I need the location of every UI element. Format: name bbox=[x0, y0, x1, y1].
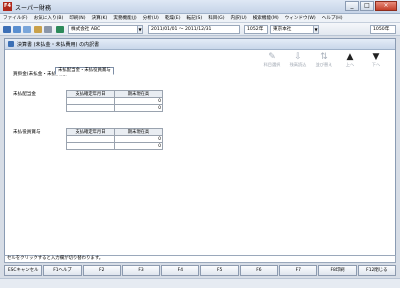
menu-drying[interactable]: 乾燥(E) bbox=[165, 15, 181, 21]
window-controls: _ □ × bbox=[345, 1, 397, 11]
hint-bar: セルをクリックすると入力欄が切り替わります。 bbox=[4, 255, 396, 263]
f3-button[interactable]: F3 bbox=[121, 265, 161, 276]
f1-help-button[interactable]: F1ヘルプ bbox=[43, 265, 82, 276]
maximize-button[interactable]: □ bbox=[360, 1, 374, 11]
menu-closing[interactable]: 決算(K) bbox=[92, 15, 108, 21]
child-title-bar: 決算書 (未払金・未払費用) の内訳書 bbox=[5, 39, 395, 50]
menu-breakdown[interactable]: 内訳(U) bbox=[231, 15, 247, 21]
esc-cancel-button[interactable]: ESCキャンセル bbox=[4, 265, 43, 276]
load-balance-button[interactable]: ⇩ 残高読込 bbox=[287, 52, 309, 68]
title-bar: F4 スーパー財務 _ □ × bbox=[0, 0, 400, 14]
app-logo-icon: F4 bbox=[3, 2, 12, 11]
dept-name-field[interactable]: 東京本社 bbox=[270, 25, 314, 34]
bonus-table: 支払確定年月日 期末現在高 0 0 bbox=[66, 128, 163, 150]
amount-cell[interactable]: 0 bbox=[114, 97, 163, 105]
column-header: 期末現在高 bbox=[114, 128, 163, 136]
tab-dividends-bonus[interactable]: 未払配当金・未払役員賞与 bbox=[55, 67, 114, 75]
date-cell[interactable] bbox=[66, 142, 115, 150]
amount-cell[interactable]: 0 bbox=[114, 135, 163, 143]
column-header: 支払確定年月日 bbox=[66, 128, 115, 136]
move-down-button[interactable]: ▼ 下へ bbox=[365, 52, 387, 68]
right-field[interactable]: 1050年 bbox=[370, 25, 396, 34]
help-icon[interactable] bbox=[56, 26, 64, 33]
child-window-title: 決算書 (未払金・未払費用) の内訳書 bbox=[17, 42, 100, 48]
group-label-dividends: 未払配当金 bbox=[13, 92, 36, 97]
child-window: 決算書 (未払金・未払費用) の内訳書 ✎ 科目選択 ⇩ 残高読込 ⇅ 並び替え… bbox=[4, 38, 396, 260]
f8-print-button[interactable]: F8印刷 bbox=[318, 265, 357, 276]
menu-bar: ファイル(F) お気に入り(B) 印刷(N) 決算(K) 実務機能(J) 分析(… bbox=[0, 14, 400, 23]
group-label-bonus: 未払役員賞与 bbox=[13, 130, 41, 135]
menu-help[interactable]: ヘルプ(H) bbox=[322, 15, 343, 21]
action-toolbar: ✎ 科目選択 ⇩ 残高読込 ⇅ 並び替え ▲ 上へ ▼ 下へ bbox=[261, 52, 387, 68]
amount-cell[interactable]: 0 bbox=[114, 142, 163, 150]
table-row: 0 bbox=[66, 97, 163, 105]
pencil-icon: ✎ bbox=[268, 52, 276, 62]
dept-dropdown[interactable]: ▼ bbox=[313, 25, 319, 34]
column-header: 支払確定年月日 bbox=[66, 90, 115, 98]
function-key-bar: ESCキャンセル F1ヘルプ F2 F3 F4 F5 F6 F7 F8印刷 F1… bbox=[4, 265, 396, 276]
table-row: 0 bbox=[66, 104, 163, 112]
f5-button[interactable]: F5 bbox=[200, 265, 239, 276]
select-account-button[interactable]: ✎ 科目選択 bbox=[261, 52, 283, 68]
menu-search[interactable]: 検索機能(M) bbox=[253, 15, 279, 21]
close-button[interactable]: × bbox=[375, 1, 397, 11]
status-bar bbox=[0, 278, 400, 288]
menu-analysis[interactable]: 分析(U) bbox=[143, 15, 159, 21]
arrow-up-icon: ▲ bbox=[346, 52, 354, 62]
minimize-button[interactable]: _ bbox=[345, 1, 359, 11]
f12-close-button[interactable]: F12閉じる bbox=[357, 265, 396, 276]
tab-strip: 未払配当金・未払役員賞与 bbox=[55, 67, 114, 75]
dept-code-field[interactable]: 1052年 bbox=[244, 25, 268, 34]
company-field[interactable]: 株式会社 ABC bbox=[68, 25, 138, 34]
menu-favorites[interactable]: お気に入り(B) bbox=[34, 15, 64, 21]
tool-icon[interactable] bbox=[34, 26, 42, 33]
dividends-table: 支払確定年月日 期末現在高 0 0 bbox=[66, 90, 163, 112]
window-title: スーパー財務 bbox=[15, 5, 51, 12]
amount-cell[interactable]: 0 bbox=[114, 104, 163, 112]
menu-print[interactable]: 印刷(N) bbox=[69, 15, 85, 21]
save-icon[interactable] bbox=[3, 26, 11, 33]
tool-icon-2[interactable] bbox=[44, 26, 52, 33]
date-cell[interactable] bbox=[66, 104, 115, 112]
f6-button[interactable]: F6 bbox=[239, 265, 279, 276]
date-cell[interactable] bbox=[66, 97, 115, 105]
toolbar: 株式会社 ABC ▼ 2011/01/01 ～ 2011/12/31 1052年… bbox=[0, 23, 400, 36]
f4-button[interactable]: F4 bbox=[161, 265, 200, 276]
arrow-down-icon: ▼ bbox=[372, 52, 380, 62]
company-dropdown[interactable]: ▼ bbox=[137, 25, 143, 34]
sort-icon: ⇅ bbox=[320, 52, 328, 62]
date-cell[interactable] bbox=[66, 135, 115, 143]
column-header: 期末現在高 bbox=[114, 90, 163, 98]
document-icon bbox=[8, 41, 14, 47]
move-up-button[interactable]: ▲ 上へ bbox=[339, 52, 361, 68]
sort-button[interactable]: ⇅ 並び替え bbox=[313, 52, 335, 68]
f7-button[interactable]: F7 bbox=[279, 265, 318, 276]
f2-button[interactable]: F2 bbox=[82, 265, 121, 276]
period-field[interactable]: 2011/01/01 ～ 2011/12/31 bbox=[148, 25, 240, 34]
menu-practice[interactable]: 実務機能(J) bbox=[113, 15, 136, 21]
menu-file[interactable]: ファイル(F) bbox=[3, 15, 28, 21]
print-icon[interactable] bbox=[23, 26, 31, 33]
table-row: 0 bbox=[66, 135, 163, 143]
table-row: 0 bbox=[66, 142, 163, 150]
download-icon: ⇩ bbox=[294, 52, 302, 62]
menu-posting[interactable]: 転記(S) bbox=[187, 15, 203, 21]
menu-account[interactable]: 科目(G) bbox=[208, 15, 224, 21]
menu-window[interactable]: ウィンドウ(W) bbox=[285, 15, 316, 21]
open-icon[interactable] bbox=[13, 26, 21, 33]
